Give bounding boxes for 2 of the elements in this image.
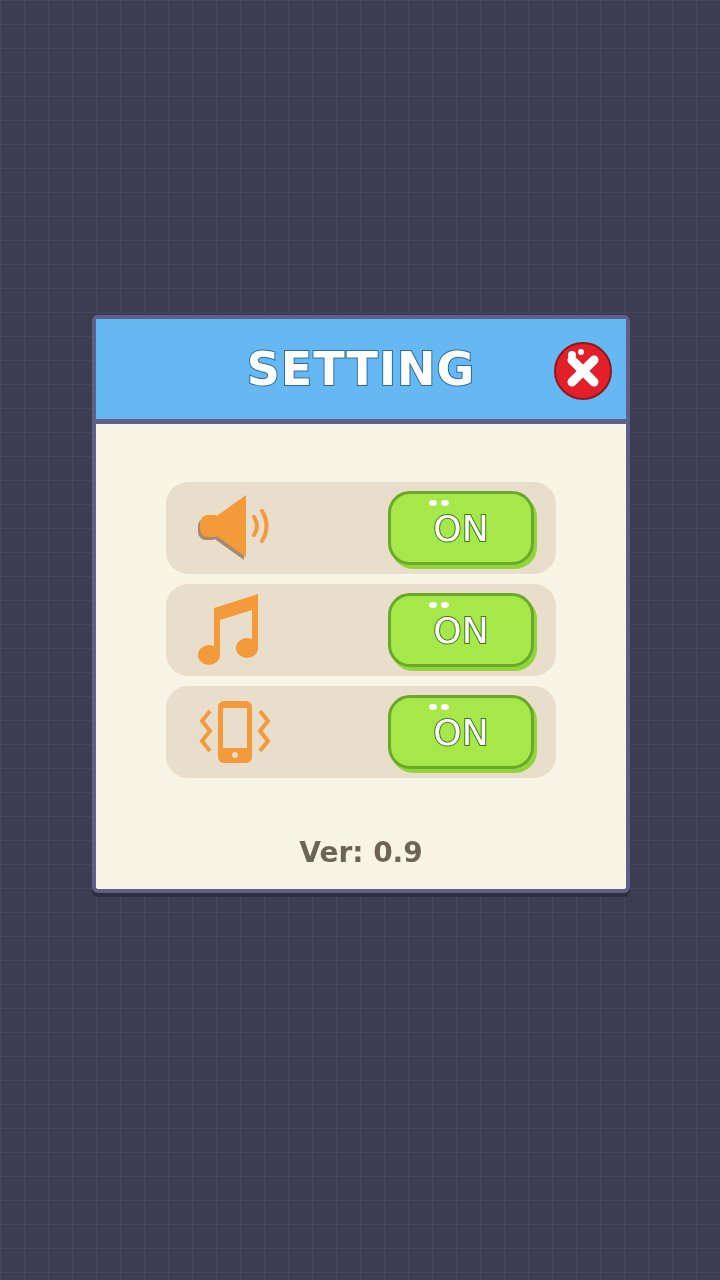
version-text: Ver: 0.9	[299, 836, 423, 869]
dialog-title: SETTING	[246, 342, 476, 396]
